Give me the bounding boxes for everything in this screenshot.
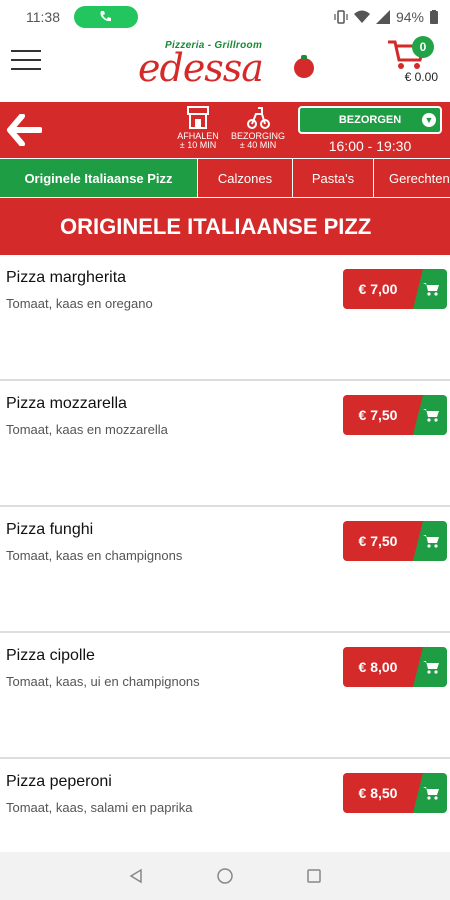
chevron-down-icon: ▼ <box>422 113 436 127</box>
tab-originele-italiaanse-pizza[interactable]: Originele Italiaanse Pizz <box>0 159 198 197</box>
vibrate-icon <box>334 10 348 24</box>
cart-icon <box>423 661 439 674</box>
cart-button[interactable]: 0 € 0.00 <box>386 36 438 84</box>
item-description: Tomaat, kaas en champignons <box>6 548 183 563</box>
cart-icon <box>423 283 439 296</box>
category-tabs: Originele Italiaanse Pizz Calzones Pasta… <box>0 158 450 197</box>
status-time: 11:38 <box>26 9 60 25</box>
wifi-icon <box>353 10 370 23</box>
pickup-option[interactable]: AFHALEN ± 10 MIN <box>170 104 226 150</box>
item-description: Tomaat, kaas, ui en champignons <box>6 674 200 689</box>
item-price: € 8,50 <box>343 773 423 813</box>
menu-item[interactable]: Pizza margherita Tomaat, kaas en oregano… <box>0 255 450 381</box>
section-title: ORIGINELE ITALIAANSE PIZZ <box>0 197 450 255</box>
item-price: € 7,50 <box>343 521 423 561</box>
item-name: Pizza margherita <box>6 269 127 286</box>
tomato-icon <box>294 55 314 78</box>
item-name: Pizza cipolle <box>6 647 95 664</box>
menu-item[interactable]: Pizza mozzarella Tomaat, kaas en mozzare… <box>0 381 450 507</box>
menu-item[interactable]: Pizza funghi Tomaat, kaas en champignons… <box>0 507 450 633</box>
cart-total: € 0.00 <box>404 70 438 84</box>
order-bar: AFHALEN ± 10 MIN BEZORGING ± 40 MIN BEZO… <box>0 102 450 158</box>
store-icon <box>187 106 209 129</box>
menu-item[interactable]: Pizza cipolle Tomaat, kaas, ui en champi… <box>0 633 450 759</box>
add-to-cart-button[interactable]: € 8,50 <box>343 773 447 813</box>
add-to-cart-button[interactable]: € 7,50 <box>343 521 447 561</box>
cart-icon <box>423 409 439 422</box>
item-price: € 7,00 <box>343 269 423 309</box>
tab-calzones[interactable]: Calzones <box>198 159 293 197</box>
call-pill[interactable] <box>74 6 138 28</box>
add-to-cart-button[interactable]: € 7,00 <box>343 269 447 309</box>
cart-icon <box>423 787 439 800</box>
brand-name: edessa <box>138 46 264 90</box>
item-name: Pizza funghi <box>6 521 94 538</box>
phone-icon <box>100 11 111 22</box>
scooter-icon <box>247 107 270 129</box>
add-to-cart-button[interactable]: € 8,00 <box>343 647 447 687</box>
back-arrow-icon[interactable] <box>6 114 42 146</box>
tab-pastas[interactable]: Pasta's <box>293 159 374 197</box>
delivery-mode-label: BEZORGEN <box>338 114 402 126</box>
back-icon[interactable] <box>128 868 144 884</box>
battery-percent: 94% <box>395 9 424 25</box>
cart-icon <box>423 535 439 548</box>
menu-item-list: Pizza margherita Tomaat, kaas en oregano… <box>0 255 450 885</box>
item-description: Tomaat, kaas, salami en paprika <box>6 800 193 815</box>
add-to-cart-button[interactable]: € 7,50 <box>343 395 447 435</box>
menu-icon[interactable] <box>11 50 41 74</box>
app-header: Pizzeria - Grillroom edessa 0 € 0.00 <box>0 34 450 102</box>
delivery-time: ± 40 MIN <box>239 140 277 150</box>
item-description: Tomaat, kaas en oregano <box>6 296 153 311</box>
item-name: Pizza peperoni <box>6 773 112 790</box>
status-bar: 11:38 94% <box>0 0 450 34</box>
battery-icon <box>430 10 438 24</box>
brand-logo[interactable]: Pizzeria - Grillroom edessa <box>138 40 318 92</box>
delivery-option[interactable]: BEZORGING ± 40 MIN <box>230 104 286 150</box>
recents-icon[interactable] <box>306 868 322 884</box>
item-price: € 7,50 <box>343 395 423 435</box>
item-price: € 8,00 <box>343 647 423 687</box>
item-name: Pizza mozzarella <box>6 395 127 412</box>
cart-count-badge: 0 <box>412 36 434 58</box>
pickup-time: ± 10 MIN <box>179 140 217 150</box>
delivery-mode-dropdown[interactable]: BEZORGEN ▼ <box>298 106 442 134</box>
signal-icon <box>375 10 390 24</box>
system-nav-bar <box>0 852 450 900</box>
item-description: Tomaat, kaas en mozzarella <box>6 422 168 437</box>
opening-hours: 16:00 - 19:30 <box>328 138 412 154</box>
tab-gerechten[interactable]: Gerechten <box>374 159 450 197</box>
home-icon[interactable] <box>216 867 234 885</box>
